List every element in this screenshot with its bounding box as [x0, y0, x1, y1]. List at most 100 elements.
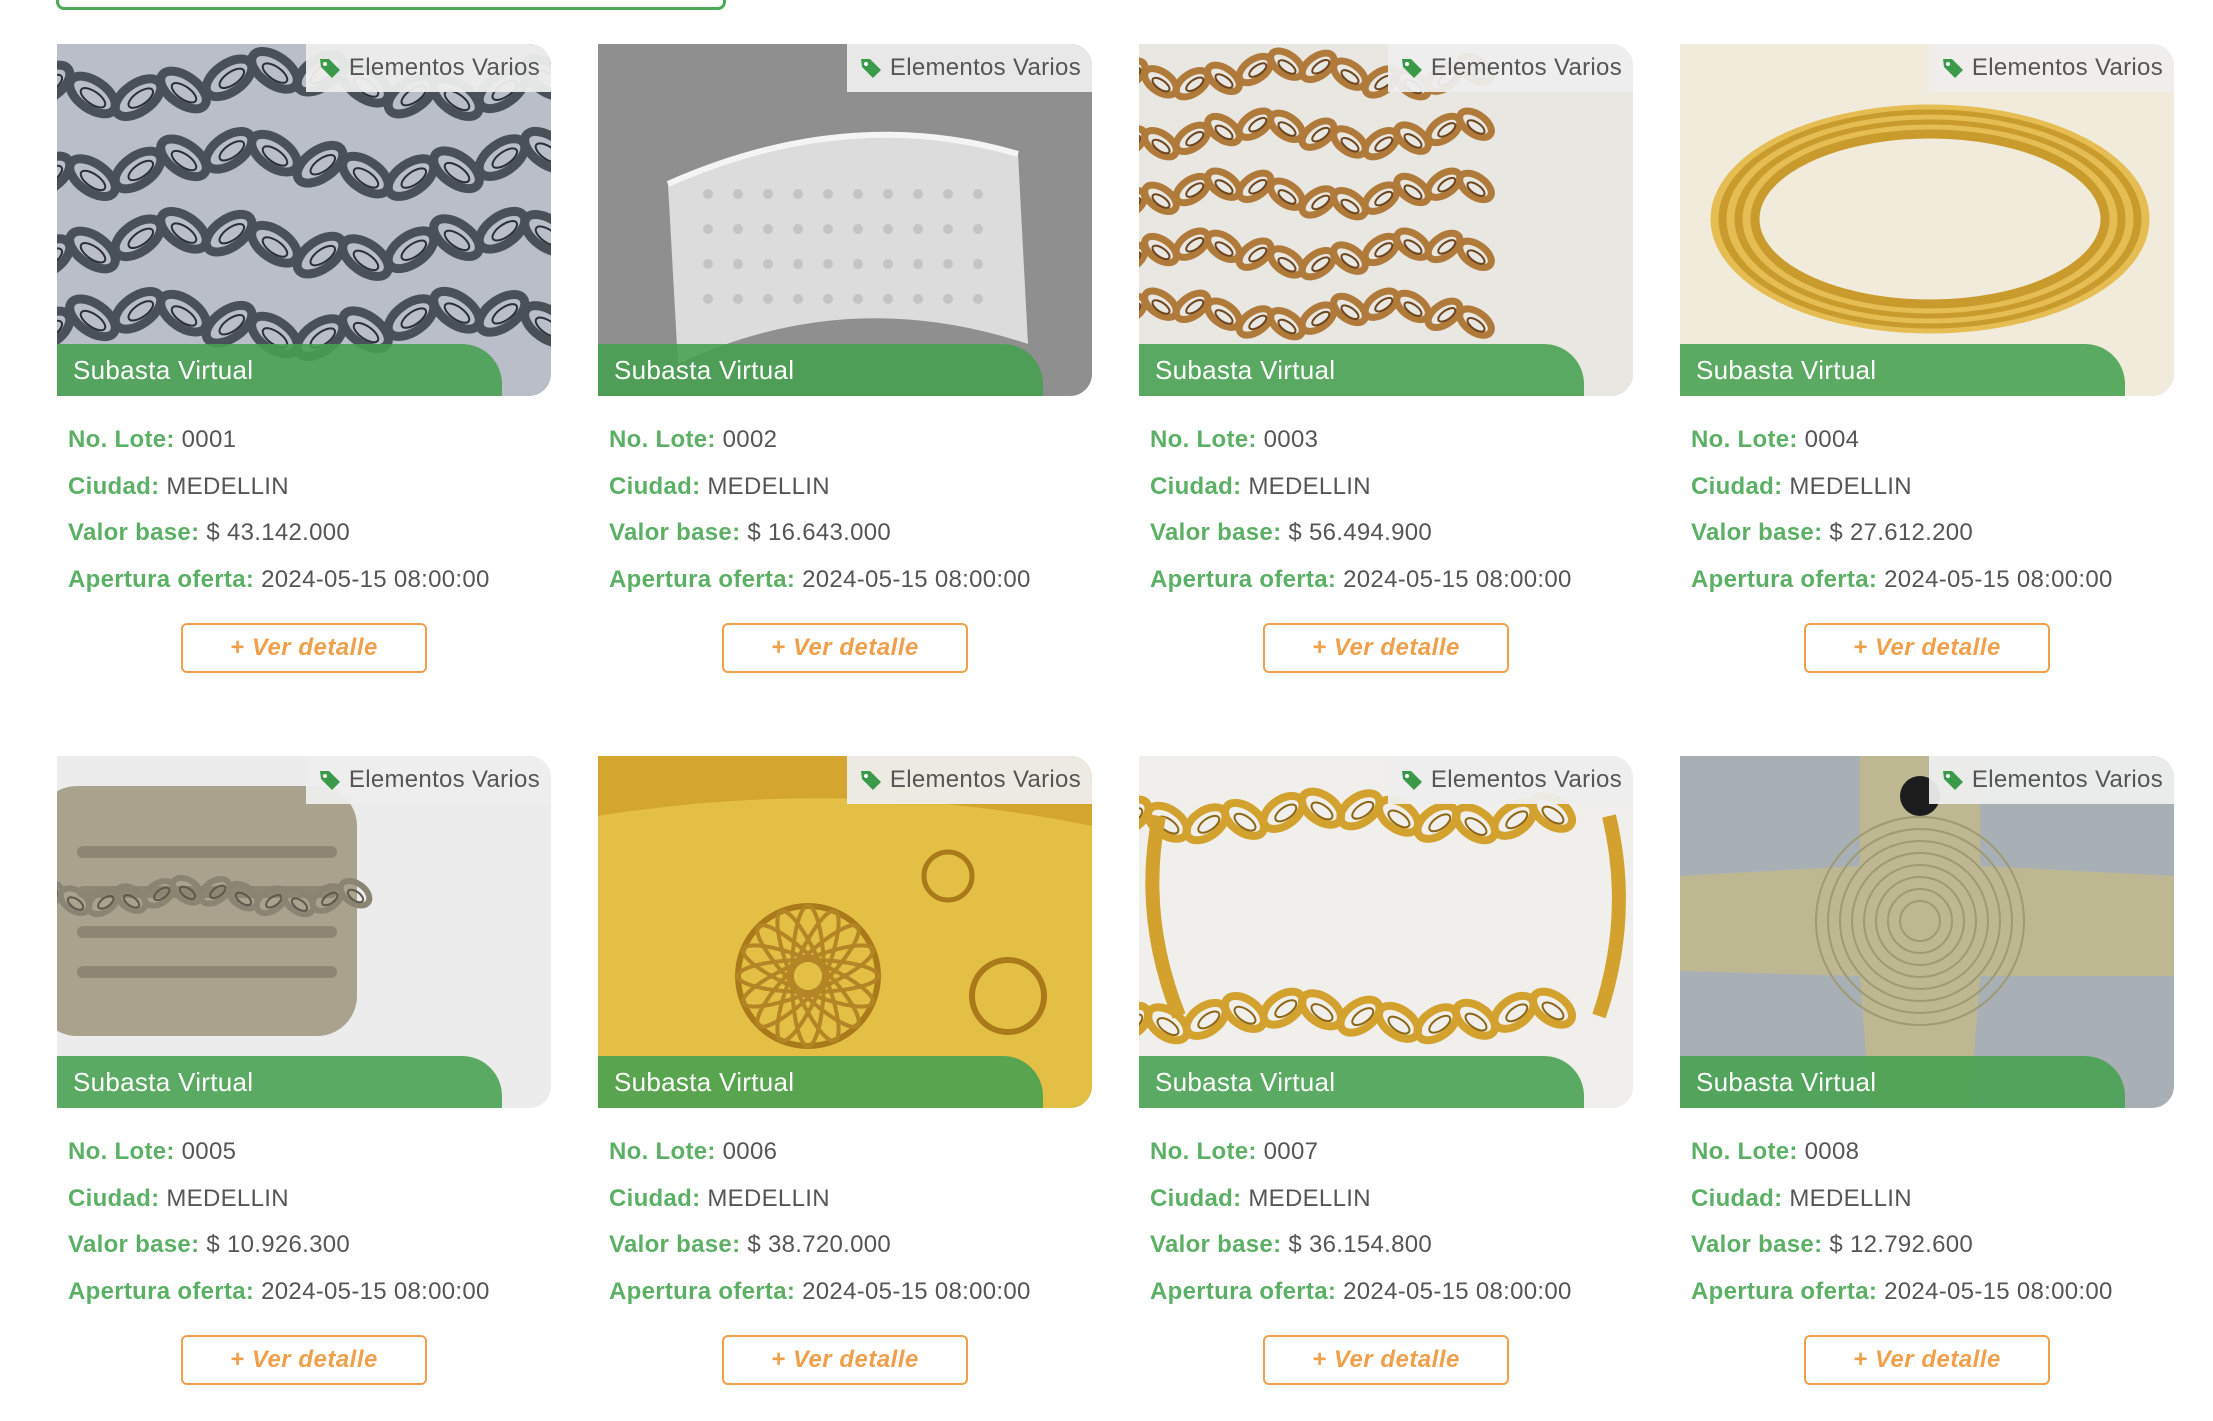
city-row: Ciudad: MEDELLIN	[609, 1176, 1092, 1223]
lot-photo[interactable]: Elementos Varios Subasta Virtual	[598, 44, 1092, 396]
category-badge: Elementos Varios	[1387, 756, 1633, 804]
lot-number-value: 0005	[181, 1138, 237, 1165]
lot-info: No. Lote: 0008 Ciudad: MEDELLIN Valor ba…	[1680, 1108, 2174, 1315]
category-label: Elementos Varios	[1971, 766, 2163, 793]
tag-icon	[860, 59, 881, 78]
lot-number-value: 0002	[722, 426, 778, 453]
auction-type-ribbon: Subasta Virtual	[598, 344, 1043, 396]
lot-number-label: No. Lote:	[1691, 1138, 1798, 1165]
lot-photo[interactable]: Elementos Varios Subasta Virtual	[57, 756, 551, 1108]
search-field[interactable]	[56, 0, 726, 10]
lot-info: No. Lote: 0003 Ciudad: MEDELLIN Valor ba…	[1139, 396, 1633, 603]
offer-opening-label: Apertura oferta:	[1150, 565, 1337, 593]
lot-photo[interactable]: Elementos Varios Subasta Virtual	[1680, 756, 2174, 1108]
lot-number-label: No. Lote:	[609, 1138, 716, 1165]
lot-number-row: No. Lote: 0005	[68, 1129, 551, 1176]
tag-icon	[319, 771, 340, 790]
view-detail-button[interactable]: + Ver detalle	[1263, 1335, 1509, 1385]
base-value-row: Valor base: $ 38.720.000	[609, 1222, 1092, 1269]
view-detail-button[interactable]: + Ver detalle	[1263, 623, 1509, 673]
lot-card: Elementos Varios Subasta Virtual No. Lot…	[57, 756, 551, 1421]
base-value-label: Valor base:	[68, 1231, 200, 1258]
lot-number-row: No. Lote: 0004	[1691, 417, 2174, 464]
base-value-label: Valor base:	[1150, 1231, 1282, 1258]
city-row: Ciudad: MEDELLIN	[1691, 464, 2174, 511]
category-label: Elementos Varios	[1971, 54, 2163, 81]
offer-opening-row: Apertura oferta: 2024-05-15 08:00:00	[68, 1269, 551, 1316]
city-row: Ciudad: MEDELLIN	[68, 464, 551, 511]
city-label: Ciudad:	[609, 1184, 701, 1212]
view-detail-button[interactable]: + Ver detalle	[181, 1335, 427, 1385]
view-detail-button[interactable]: + Ver detalle	[1804, 623, 2050, 673]
city-value: MEDELLIN	[166, 472, 289, 500]
offer-opening-label: Apertura oferta:	[1691, 1277, 1878, 1305]
offer-opening-row: Apertura oferta: 2024-05-15 08:00:00	[1691, 557, 2174, 604]
lot-info: No. Lote: 0002 Ciudad: MEDELLIN Valor ba…	[598, 396, 1092, 603]
lot-photo[interactable]: Elementos Varios Subasta Virtual	[57, 44, 551, 396]
offer-opening-label: Apertura oferta:	[68, 565, 255, 593]
base-value-label: Valor base:	[1691, 1231, 1823, 1258]
lot-number-row: No. Lote: 0008	[1691, 1129, 2174, 1176]
offer-opening-value: 2024-05-15 08:00:00	[1343, 565, 1572, 593]
lot-info: No. Lote: 0007 Ciudad: MEDELLIN Valor ba…	[1139, 1108, 1633, 1315]
lot-photo[interactable]: Elementos Varios Subasta Virtual	[1139, 756, 1633, 1108]
lot-number-label: No. Lote:	[609, 426, 716, 453]
city-label: Ciudad:	[68, 1184, 160, 1212]
category-badge: Elementos Varios	[1928, 44, 2174, 92]
offer-opening-value: 2024-05-15 08:00:00	[802, 1277, 1031, 1305]
city-row: Ciudad: MEDELLIN	[1150, 464, 1633, 511]
offer-opening-value: 2024-05-15 08:00:00	[1884, 1277, 2113, 1305]
base-value-label: Valor base:	[68, 519, 200, 546]
base-value: $ 27.612.200	[1829, 519, 1974, 546]
city-label: Ciudad:	[609, 472, 701, 500]
lot-number-value: 0003	[1263, 426, 1319, 453]
base-value: $ 12.792.600	[1829, 1231, 1974, 1258]
base-value-row: Valor base: $ 16.643.000	[609, 510, 1092, 557]
view-detail-button[interactable]: + Ver detalle	[1804, 1335, 2050, 1385]
offer-opening-label: Apertura oferta:	[609, 1277, 796, 1305]
lot-card: Elementos Varios Subasta Virtual No. Lot…	[598, 756, 1092, 1421]
auction-type-ribbon: Subasta Virtual	[1139, 1056, 1584, 1108]
auction-type-ribbon: Subasta Virtual	[1139, 344, 1584, 396]
lot-photo[interactable]: Elementos Varios Subasta Virtual	[1680, 44, 2174, 396]
offer-opening-label: Apertura oferta:	[609, 565, 796, 593]
offer-opening-row: Apertura oferta: 2024-05-15 08:00:00	[1150, 557, 1633, 604]
lot-card: Elementos Varios Subasta Virtual No. Lot…	[598, 44, 1092, 709]
lot-number-label: No. Lote:	[1691, 426, 1798, 453]
base-value: $ 10.926.300	[206, 1231, 351, 1258]
city-value: MEDELLIN	[1248, 472, 1371, 500]
tag-icon	[1401, 771, 1422, 790]
offer-opening-row: Apertura oferta: 2024-05-15 08:00:00	[1691, 1269, 2174, 1316]
category-badge: Elementos Varios	[305, 44, 551, 92]
base-value-label: Valor base:	[1691, 519, 1823, 546]
tag-icon	[1401, 59, 1422, 78]
auction-type-ribbon: Subasta Virtual	[57, 1056, 502, 1108]
lot-info: No. Lote: 0001 Ciudad: MEDELLIN Valor ba…	[57, 396, 551, 603]
lot-number-row: No. Lote: 0001	[68, 417, 551, 464]
lot-card: Elementos Varios Subasta Virtual No. Lot…	[1139, 44, 1633, 709]
offer-opening-value: 2024-05-15 08:00:00	[261, 1277, 490, 1305]
base-value-row: Valor base: $ 36.154.800	[1150, 1222, 1633, 1269]
lot-number-row: No. Lote: 0006	[609, 1129, 1092, 1176]
category-badge: Elementos Varios	[1928, 756, 2174, 804]
offer-opening-row: Apertura oferta: 2024-05-15 08:00:00	[609, 557, 1092, 604]
view-detail-button[interactable]: + Ver detalle	[722, 1335, 968, 1385]
category-label: Elementos Varios	[348, 766, 540, 793]
lot-info: No. Lote: 0006 Ciudad: MEDELLIN Valor ba…	[598, 1108, 1092, 1315]
category-badge: Elementos Varios	[305, 756, 551, 804]
lot-photo[interactable]: Elementos Varios Subasta Virtual	[598, 756, 1092, 1108]
city-row: Ciudad: MEDELLIN	[68, 1176, 551, 1223]
lot-number-value: 0004	[1804, 426, 1860, 453]
lot-photo[interactable]: Elementos Varios Subasta Virtual	[1139, 44, 1633, 396]
offer-opening-label: Apertura oferta:	[1691, 565, 1878, 593]
base-value: $ 38.720.000	[747, 1231, 892, 1258]
city-row: Ciudad: MEDELLIN	[609, 464, 1092, 511]
lot-card: Elementos Varios Subasta Virtual No. Lot…	[1680, 756, 2174, 1421]
lot-card: Elementos Varios Subasta Virtual No. Lot…	[1680, 44, 2174, 709]
view-detail-button[interactable]: + Ver detalle	[181, 623, 427, 673]
lot-number-label: No. Lote:	[68, 1138, 175, 1165]
city-label: Ciudad:	[1691, 472, 1783, 500]
view-detail-button[interactable]: + Ver detalle	[722, 623, 968, 673]
category-badge: Elementos Varios	[846, 756, 1092, 804]
base-value: $ 56.494.900	[1288, 519, 1433, 546]
